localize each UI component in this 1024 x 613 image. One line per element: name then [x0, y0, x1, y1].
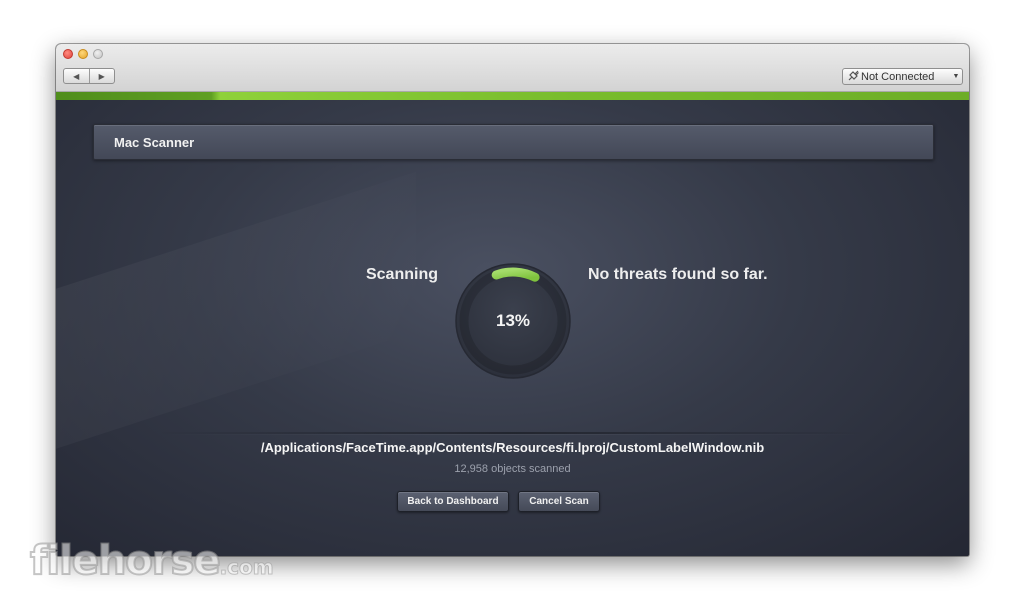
navigation-segment: ◀ ▶ [63, 68, 115, 84]
objects-scanned-count: 12,958 objects scanned [454, 463, 571, 475]
cancel-scan-button[interactable]: Cancel Scan [518, 491, 600, 512]
connection-status-dropdown[interactable]: Not Connected ▼ [842, 68, 963, 85]
panel-header: Mac Scanner [93, 124, 934, 160]
app-window: ◀ ▶ Not Connected ▼ Mac Scanner Scanning [56, 44, 969, 556]
forward-arrow-icon: ▶ [98, 71, 105, 81]
plug-icon [845, 70, 861, 84]
scan-status-label: Scanning [365, 266, 438, 283]
forward-button[interactable]: ▶ [90, 69, 115, 83]
back-to-dashboard-button[interactable]: Back to Dashboard [397, 491, 509, 512]
progress-percent: 13% [495, 311, 531, 330]
minimize-window-button[interactable] [78, 49, 88, 59]
back-button[interactable]: ◀ [64, 69, 90, 83]
close-window-button[interactable] [63, 49, 73, 59]
current-file-path: /Applications/FaceTime.app/Contents/Reso… [260, 440, 765, 455]
watermark-logo: filehorse .com [29, 537, 274, 585]
chevron-down-icon: ▼ [952, 73, 960, 80]
scanner-content: Mac Scanner Scanning 13% No threats foun… [56, 100, 969, 556]
title-bar: ◀ ▶ Not Connected ▼ [56, 44, 969, 92]
panel-title: Mac Scanner [114, 134, 195, 150]
zoom-window-button[interactable] [93, 49, 103, 59]
threat-status-text: No threats found so far. [588, 266, 768, 283]
accent-stripe [56, 92, 969, 100]
back-arrow-icon: ◀ [73, 71, 80, 81]
connection-status-label: Not Connected [861, 70, 935, 83]
